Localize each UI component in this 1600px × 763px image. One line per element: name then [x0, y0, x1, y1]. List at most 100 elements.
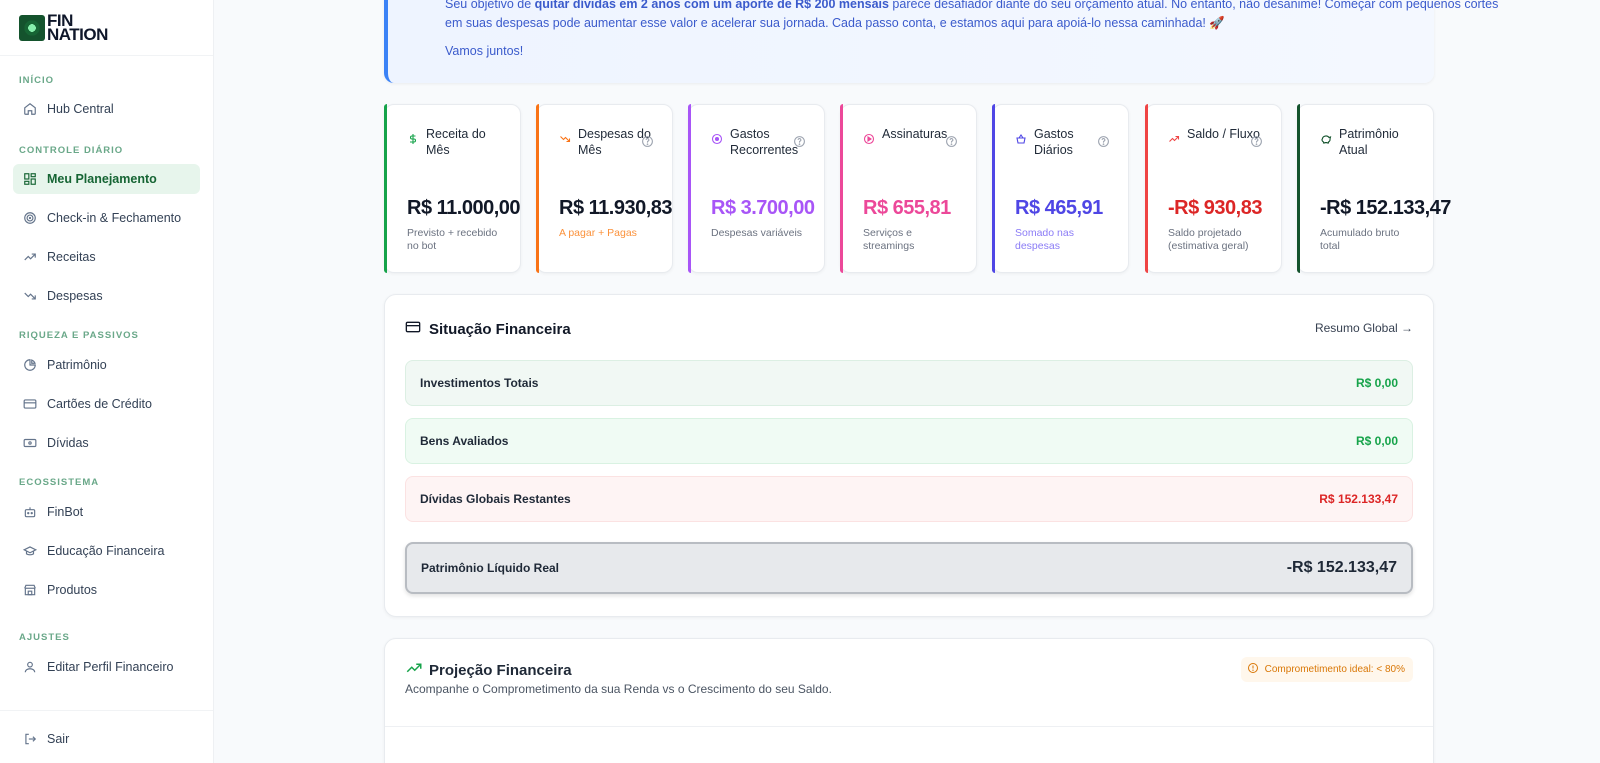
section-label-riqueza: RIQUEZA E PASSIVOS: [19, 330, 139, 341]
card-subtitle: Acumulado bruto total: [1320, 227, 1400, 252]
banner-cta: Vamos juntos!: [445, 44, 524, 58]
trending-up-icon: [23, 250, 37, 264]
help-icon[interactable]: [945, 135, 958, 148]
user-icon: [23, 660, 37, 674]
row-label: Investimentos Totais: [420, 376, 539, 390]
section-label-controle-diario: CONTROLE DIÁRIO: [19, 145, 124, 156]
bot-icon: [23, 505, 37, 519]
sidebar: FIN NATION INÍCIO Hub Central CONTROLE D…: [0, 0, 214, 763]
divider: [0, 710, 213, 711]
panel-title: Situação Financeira: [405, 319, 571, 339]
sidebar-item-finbot[interactable]: FinBot: [13, 497, 200, 527]
card-value: -R$ 930,83: [1168, 197, 1262, 219]
logout-label: Sair: [47, 732, 70, 746]
sidebar-item-label: Hub Central: [47, 102, 114, 116]
trending-up-icon: [1168, 133, 1180, 145]
sidebar-item-hub-central[interactable]: Hub Central: [13, 94, 200, 124]
stat-card: Assinaturas R$ 655,81 Serviços e streaming…: [840, 104, 977, 273]
row-label: Patrimônio Líquido Real: [421, 561, 560, 575]
stat-card: Patrimônio Atual -R$ 152.133,47 Acumulado …: [1297, 104, 1451, 273]
card-accent: [1145, 104, 1148, 273]
card-value: R$ 655,81: [863, 197, 951, 219]
commitment-badge: Comprometimento ideal: < 80%: [1240, 657, 1413, 682]
row-value: R$ 0,00: [1355, 376, 1398, 390]
dollar-icon: [407, 133, 419, 145]
sidebar-item-dividas[interactable]: Dívidas: [13, 428, 200, 458]
banner-message: Seu objetivo de quitar dívidas em 2 anos…: [445, 0, 1499, 30]
help-icon[interactable]: [1250, 135, 1263, 148]
section-label-ajustes: AJUSTES: [19, 632, 70, 643]
card-accent: [384, 104, 387, 273]
sidebar-item-despesas[interactable]: Despesas: [13, 281, 200, 311]
global-summary-link[interactable]: Resumo Global →: [1315, 321, 1413, 335]
trending-down-icon: [559, 133, 571, 145]
card-accent: [992, 104, 995, 273]
logout-button[interactable]: Sair: [13, 724, 200, 754]
section-label-inicio: INÍCIO: [19, 75, 55, 86]
summary-row: Investimentos Totais R$ 0,00: [405, 360, 1413, 406]
grid-icon: [23, 172, 37, 186]
card-value: R$ 11.930,83: [559, 197, 673, 219]
net-worth-row: Patrimônio Líquido Real -R$ 152.133,47: [405, 542, 1413, 594]
store-icon: [23, 583, 37, 597]
banknote-icon: [23, 436, 37, 450]
sidebar-item-label: Dívidas: [47, 436, 89, 450]
card-accent: [1297, 104, 1300, 273]
sidebar-item-label: Patrimônio: [47, 358, 107, 372]
row-label: Bens Avaliados: [420, 434, 509, 448]
sidebar-item-cartoes[interactable]: Cartões de Crédito: [13, 389, 200, 419]
card-subtitle: Previsto + recebido no bot: [407, 227, 498, 252]
sidebar-item-educacao[interactable]: Educação Financeira: [13, 536, 200, 566]
play-circle-icon: [863, 133, 875, 145]
help-icon[interactable]: [641, 135, 654, 148]
card-value: R$ 11.000,00: [407, 197, 521, 219]
alert-circle-icon: [1247, 662, 1259, 677]
help-icon[interactable]: [1097, 135, 1110, 148]
sidebar-item-check-in[interactable]: Check-in & Fechamento: [13, 203, 200, 233]
sidebar-item-label: Receitas: [47, 250, 96, 264]
panel-title: Projeção Financeira: [405, 659, 572, 681]
sidebar-item-label: Check-in & Fechamento: [47, 211, 182, 225]
sidebar-item-patrimonio[interactable]: Patrimônio: [13, 350, 200, 380]
sidebar-item-label: Editar Perfil Financeiro: [47, 660, 174, 674]
sidebar-item-label: Educação Financeira: [47, 544, 165, 558]
basket-icon: [1015, 133, 1027, 145]
row-label: Dívidas Globais Restantes: [420, 492, 571, 506]
credit-card-icon: [23, 397, 37, 411]
section-label-ecossistema: ECOSSISTEMA: [19, 477, 100, 488]
card-value: R$ 3.700,00: [711, 197, 815, 219]
piggy-bank-icon: [1320, 133, 1332, 145]
help-icon[interactable]: [793, 135, 806, 148]
card-accent: [688, 104, 691, 273]
trending-down-icon: [23, 289, 37, 303]
summary-row: Dívidas Globais Restantes R$ 152.133,47: [405, 476, 1413, 522]
summary-row: Bens Avaliados R$ 0,00: [405, 418, 1413, 464]
home-icon: [23, 102, 37, 116]
divider: [0, 55, 213, 56]
card-subtitle: Serviços e streamings: [863, 227, 915, 252]
stat-card: Saldo / Fluxo -R$ 930,83 Saldo projetado (…: [1145, 104, 1282, 273]
row-value: -R$ 152.133,47: [1286, 559, 1397, 576]
sidebar-item-meu-planejamento[interactable]: Meu Planejamento: [13, 164, 200, 194]
graduation-cap-icon: [23, 544, 37, 558]
card-subtitle: Saldo projetado (estimativa geral): [1168, 227, 1249, 252]
sidebar-item-label: Produtos: [47, 583, 98, 597]
ai-advice-banner: Seu objetivo de quitar dívidas em 2 anos…: [384, 0, 1499, 83]
card-title: Patrimônio Atual: [1339, 127, 1399, 157]
stat-card: Despesas do Mês R$ 11.930,83 A pagar + Pag…: [536, 104, 673, 273]
logo-mark-icon: [19, 15, 45, 41]
sidebar-item-label: Meu Planejamento: [47, 172, 157, 186]
financial-situation-panel: Situação Financeira Resumo Global → Inve…: [384, 294, 1434, 617]
logo[interactable]: FIN NATION: [19, 11, 108, 44]
financial-projection-panel: Projeção Financeira Acompanhe o Comprome…: [384, 638, 1434, 763]
stat-card: Gastos Recorrentes R$ 3.700,00 Despesas va…: [688, 104, 825, 273]
sidebar-item-receitas[interactable]: Receitas: [13, 242, 200, 272]
card-accent: [840, 104, 843, 273]
logo-text: FIN NATION: [47, 11, 108, 44]
logout-icon: [23, 732, 37, 746]
trending-up-icon: [405, 659, 423, 681]
sidebar-item-editar-perfil[interactable]: Editar Perfil Financeiro: [13, 652, 200, 682]
panel-subtitle: Acompanhe o Comprometimento da sua Renda…: [405, 682, 832, 696]
sidebar-item-produtos[interactable]: Produtos: [13, 575, 200, 605]
sidebar-item-label: Despesas: [47, 289, 103, 303]
